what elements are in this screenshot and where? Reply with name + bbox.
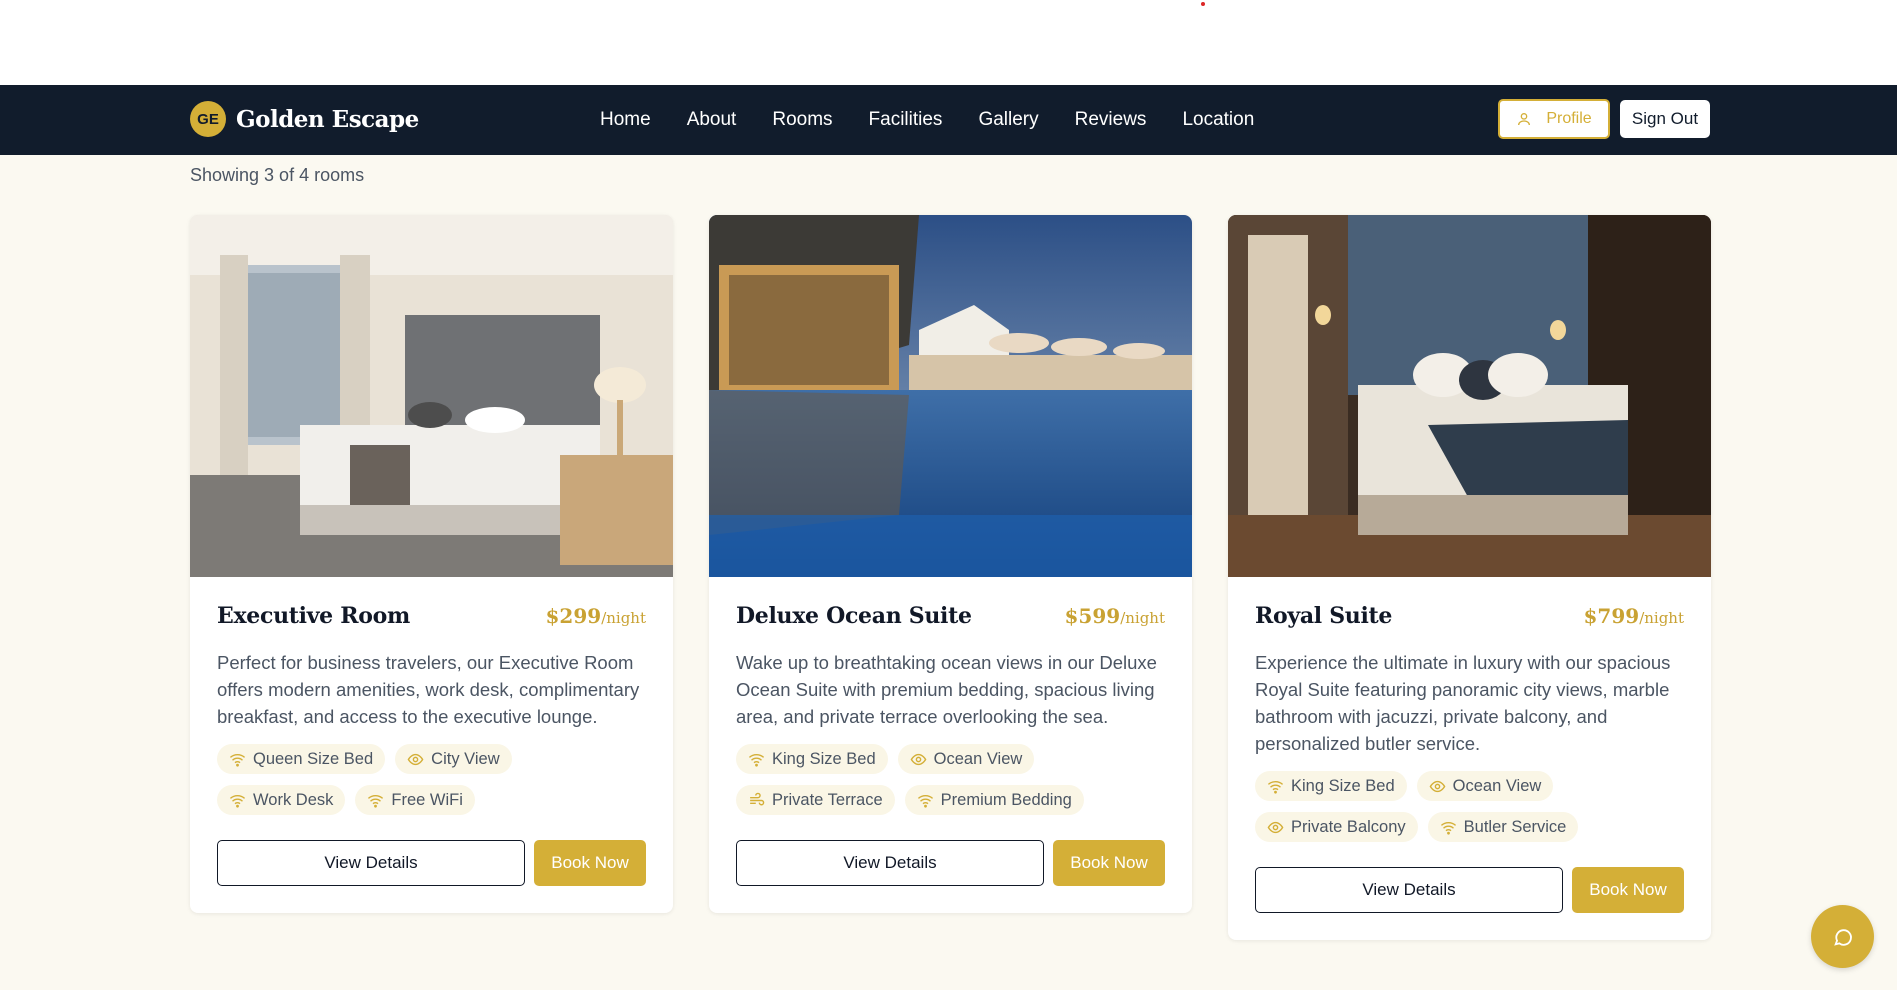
wifi-icon (748, 753, 765, 767)
wifi-icon (917, 794, 933, 808)
amenity-tag: Ocean View (897, 744, 1035, 774)
room-card: Executive Room $299/night Perfect for bu… (190, 215, 673, 913)
room-title: Deluxe Ocean Suite (736, 603, 972, 629)
nav-actions: Profile Sign Out (1498, 99, 1710, 139)
room-image[interactable] (1228, 215, 1711, 577)
amenity-tag: Work Desk (217, 785, 346, 815)
amenity-tag: Ocean View (1416, 771, 1554, 801)
amenity-tag: Free WiFi (355, 785, 475, 815)
room-image[interactable] (190, 215, 673, 577)
nav-link-home[interactable]: Home (600, 109, 651, 131)
view-details-button[interactable]: View Details (1255, 867, 1563, 913)
room-price: $599/night (1064, 604, 1165, 628)
amenity-tag: Premium Bedding (904, 785, 1084, 815)
user-icon (1518, 113, 1531, 126)
nav-links: Home About Rooms Facilities Gallery Revi… (600, 85, 1290, 155)
amenity-tag: City View (395, 744, 512, 774)
indicator-dot (1201, 2, 1205, 6)
wifi-icon (229, 753, 246, 767)
book-now-button[interactable]: Book Now (534, 840, 646, 886)
eye-icon (407, 753, 424, 765)
amenity-tag: Private Terrace (736, 785, 895, 815)
wifi-icon (1440, 821, 1456, 835)
room-card: Deluxe Ocean Suite $599/night Wake up to… (709, 215, 1192, 913)
wifi-icon (1267, 780, 1284, 794)
room-description: Perfect for business travelers, our Exec… (217, 652, 640, 727)
brand-name: Golden Escape (236, 105, 419, 133)
room-price: $299/night (545, 604, 646, 628)
wind-icon (750, 792, 765, 805)
nav-link-gallery[interactable]: Gallery (978, 109, 1038, 131)
chat-button[interactable] (1811, 905, 1874, 968)
navbar: GE Golden Escape Home About Rooms Facili… (0, 85, 1897, 155)
room-description: Experience the ultimate in luxury with o… (1255, 652, 1671, 754)
wifi-icon (368, 794, 384, 808)
room-title: Royal Suite (1255, 603, 1393, 629)
amenity-list: Queen Size Bed City View Work Desk Free … (217, 744, 646, 815)
rooms-count: Showing 3 of 4 rooms (190, 165, 365, 185)
amenity-list: King Size Bed Ocean View Private Balcony… (1255, 771, 1684, 842)
amenity-tag: Queen Size Bed (217, 744, 386, 774)
sign-out-button[interactable]: Sign Out (1620, 100, 1710, 138)
nav-link-location[interactable]: Location (1182, 109, 1254, 131)
view-details-button[interactable]: View Details (217, 840, 525, 886)
book-now-button[interactable]: Book Now (1053, 840, 1165, 886)
wifi-icon (229, 794, 246, 808)
nav-link-reviews[interactable]: Reviews (1075, 109, 1147, 131)
view-details-button[interactable]: View Details (736, 840, 1044, 886)
book-now-button[interactable]: Book Now (1572, 867, 1684, 913)
eye-icon (910, 753, 927, 765)
profile-label: Profile (1546, 110, 1592, 127)
nav-link-about[interactable]: About (687, 109, 737, 131)
amenity-list: King Size Bed Ocean View Private Terrace… (736, 744, 1165, 815)
amenity-tag: King Size Bed (736, 744, 888, 774)
profile-button[interactable]: Profile (1498, 99, 1610, 139)
nav-link-facilities[interactable]: Facilities (869, 109, 943, 131)
nav-link-rooms[interactable]: Rooms (772, 109, 832, 131)
amenity-tag: Butler Service (1427, 812, 1579, 842)
amenity-tag: King Size Bed (1255, 771, 1407, 801)
room-title: Executive Room (217, 603, 410, 629)
room-card: Royal Suite $799/night Experience the ul… (1228, 215, 1711, 940)
top-blank-area (0, 0, 1897, 85)
room-description: Wake up to breathtaking ocean views in o… (736, 652, 1157, 727)
rooms-section: Showing 3 of 4 rooms Executive Room $299… (0, 155, 1897, 990)
chat-icon (1833, 928, 1852, 946)
eye-icon (1429, 780, 1446, 792)
room-image[interactable] (709, 215, 1192, 577)
brand-badge: GE (190, 101, 226, 137)
eye-icon (1267, 821, 1284, 833)
room-price: $799/night (1583, 604, 1684, 628)
amenity-tag: Private Balcony (1255, 812, 1418, 842)
brand-logo[interactable]: GE Golden Escape (190, 101, 419, 137)
